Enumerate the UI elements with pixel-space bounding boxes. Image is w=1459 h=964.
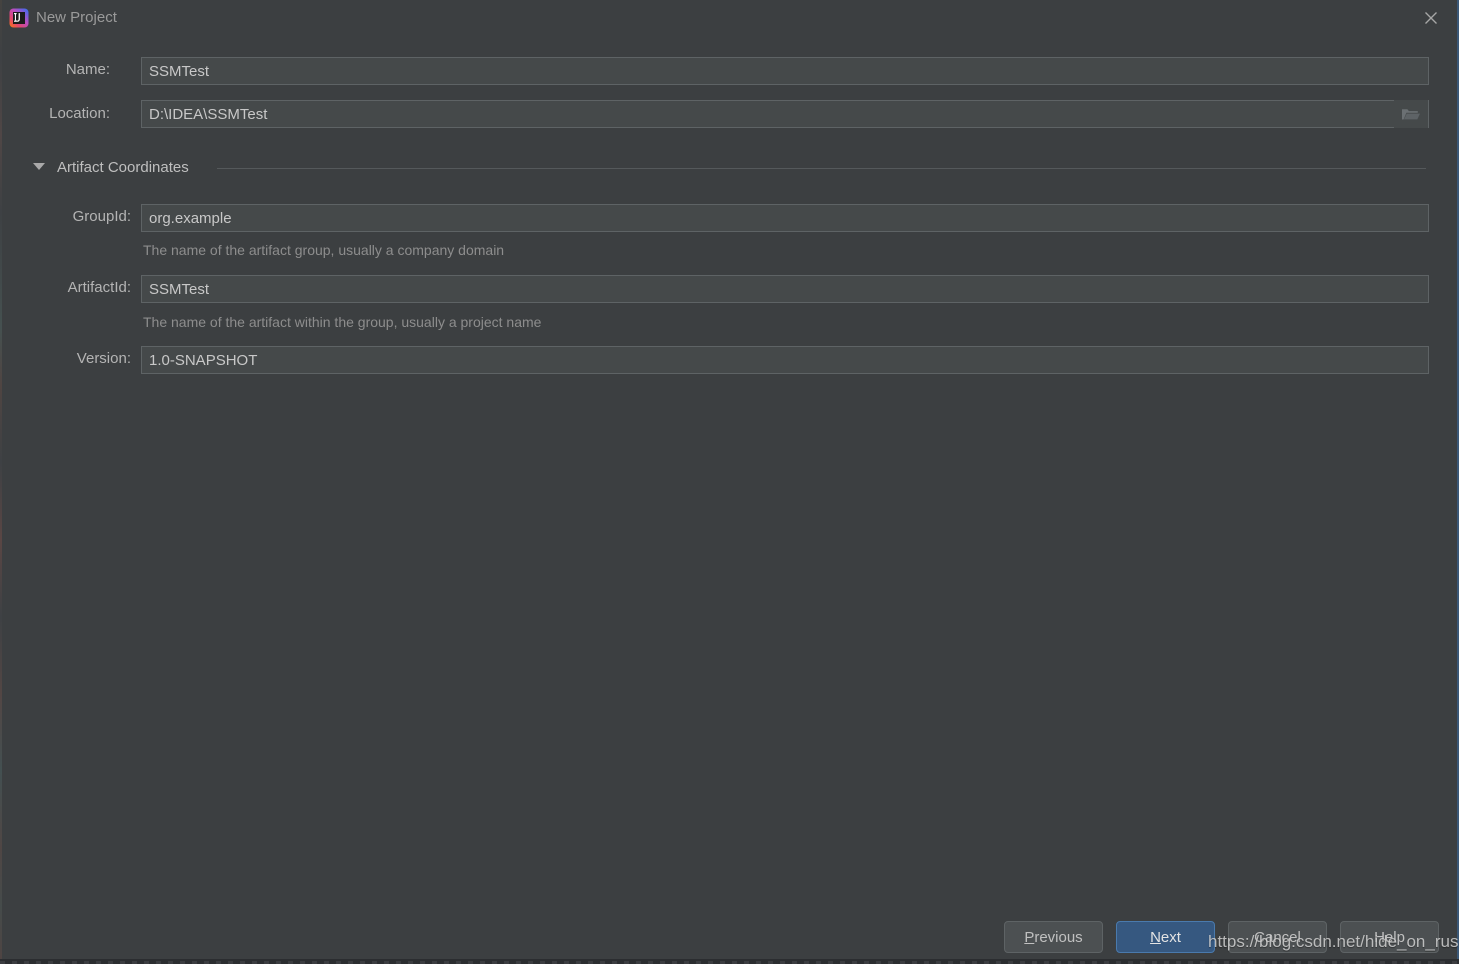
next-button-mnemonic: N xyxy=(1150,928,1161,946)
artifactid-input[interactable] xyxy=(141,275,1429,303)
artifactid-hint: The name of the artifact within the grou… xyxy=(143,314,542,330)
dialog-title-bar: New Project xyxy=(0,0,1459,36)
section-divider xyxy=(217,168,1426,169)
name-label: Name: xyxy=(65,61,110,78)
groupid-hint: The name of the artifact group, usually … xyxy=(143,242,505,258)
desktop-bleed-left xyxy=(0,0,2,964)
location-label: Location: xyxy=(49,105,110,122)
version-label: Version: xyxy=(76,350,131,367)
previous-button-mnemonic: P xyxy=(1024,928,1035,946)
artifact-coordinates-section[interactable]: Artifact Coordinates xyxy=(33,157,1428,179)
previous-button[interactable]: Previous xyxy=(1004,921,1103,953)
groupid-label: GroupId: xyxy=(72,208,131,225)
artifactid-label: ArtifactId: xyxy=(67,279,131,296)
next-button[interactable]: Next xyxy=(1116,921,1215,953)
groupid-input[interactable] xyxy=(141,204,1429,232)
folder-icon[interactable] xyxy=(1394,100,1428,128)
version-input[interactable] xyxy=(141,346,1429,374)
chevron-down-icon[interactable] xyxy=(33,163,45,170)
close-icon[interactable] xyxy=(1413,3,1449,33)
taskbar-bleed xyxy=(0,959,1459,964)
next-button-label: ext xyxy=(1160,928,1181,946)
dialog-title: New Project xyxy=(36,9,117,26)
location-input[interactable] xyxy=(141,100,1429,128)
previous-button-label: revious xyxy=(1034,928,1083,946)
artifact-coordinates-title: Artifact Coordinates xyxy=(57,159,189,176)
name-input[interactable] xyxy=(141,57,1429,85)
intellij-idea-logo-icon xyxy=(9,8,29,28)
watermark-text: https://blog.csdn.net/hide_on_rush xyxy=(1208,932,1459,951)
